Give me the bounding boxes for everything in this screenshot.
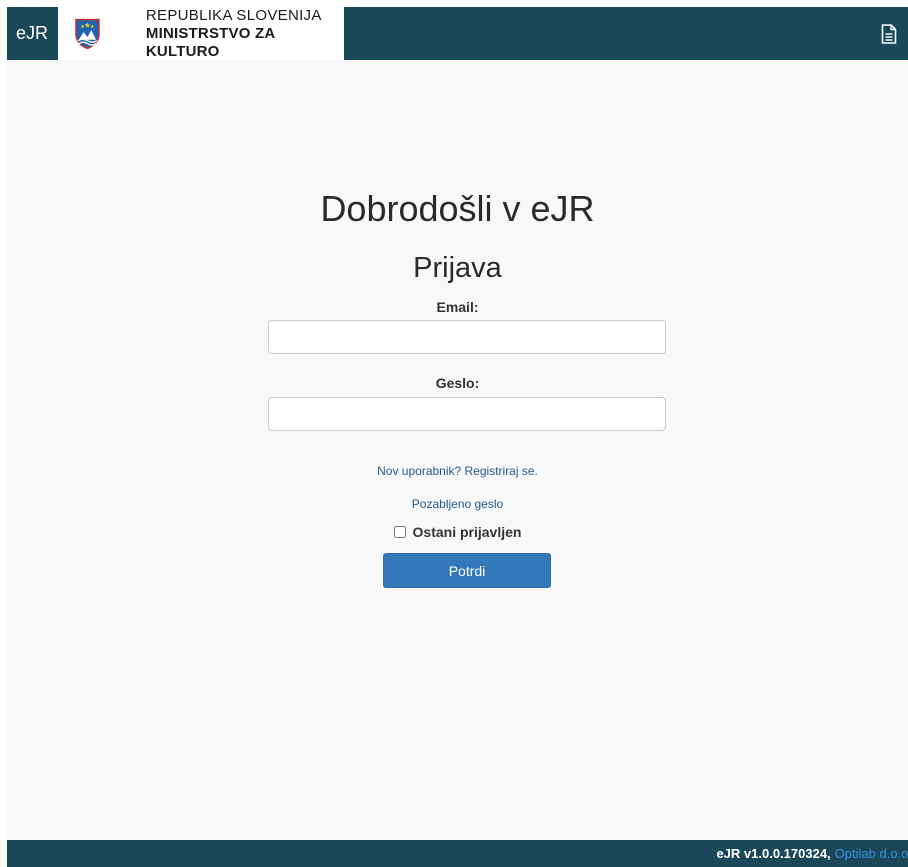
password-label: Geslo:: [435, 375, 480, 391]
logo-ministry: MINISTRSTVO ZA KULTURO: [145, 24, 275, 60]
logo-text: REPUBLIKA SLOVENIJA MINISTRSTVO ZA KULTU…: [146, 7, 344, 61]
app-window: eJR REPUBLIKA SLOVENIJA MINISTRSTVO ZA K…: [7, 7, 908, 867]
forgot-password-link[interactable]: Pozabljeno geslo: [7, 497, 908, 511]
coat-of-arms-icon: [75, 18, 100, 49]
document-icon: [881, 24, 897, 44]
submit-button[interactable]: Potrdi: [383, 553, 551, 588]
footer: eJR v1.0.0.170324, Optilab d.o.o.: [7, 840, 908, 867]
remember-me-checkbox[interactable]: [393, 526, 406, 538]
login-heading: Prijava: [413, 252, 502, 284]
remember-me-row: Ostani prijavljen: [7, 524, 908, 540]
version-text: eJR v1.0.0.170324,: [716, 846, 831, 861]
email-input[interactable]: [268, 320, 666, 354]
register-link[interactable]: Nov uporabnik? Registriraj se.: [7, 464, 908, 478]
company-link[interactable]: Optilab d.o.o.: [835, 846, 908, 861]
brand-link[interactable]: eJR: [7, 7, 57, 60]
ministry-logo: REPUBLIKA SLOVENIJA MINISTRSTVO ZA KULTU…: [58, 7, 344, 60]
remember-me-label: Ostani prijavljen: [412, 524, 522, 540]
document-button[interactable]: [878, 22, 900, 46]
email-label: Email:: [436, 299, 479, 315]
password-input[interactable]: [268, 397, 666, 431]
welcome-heading: Dobrodošli v eJR: [320, 188, 595, 229]
logo-country: REPUBLIKA SLOVENIJA: [145, 7, 322, 24]
top-navbar: eJR REPUBLIKA SLOVENIJA MINISTRSTVO ZA K…: [7, 7, 908, 60]
login-page: Dobrodošli v eJR Prijava Email: Geslo: N…: [7, 60, 908, 840]
